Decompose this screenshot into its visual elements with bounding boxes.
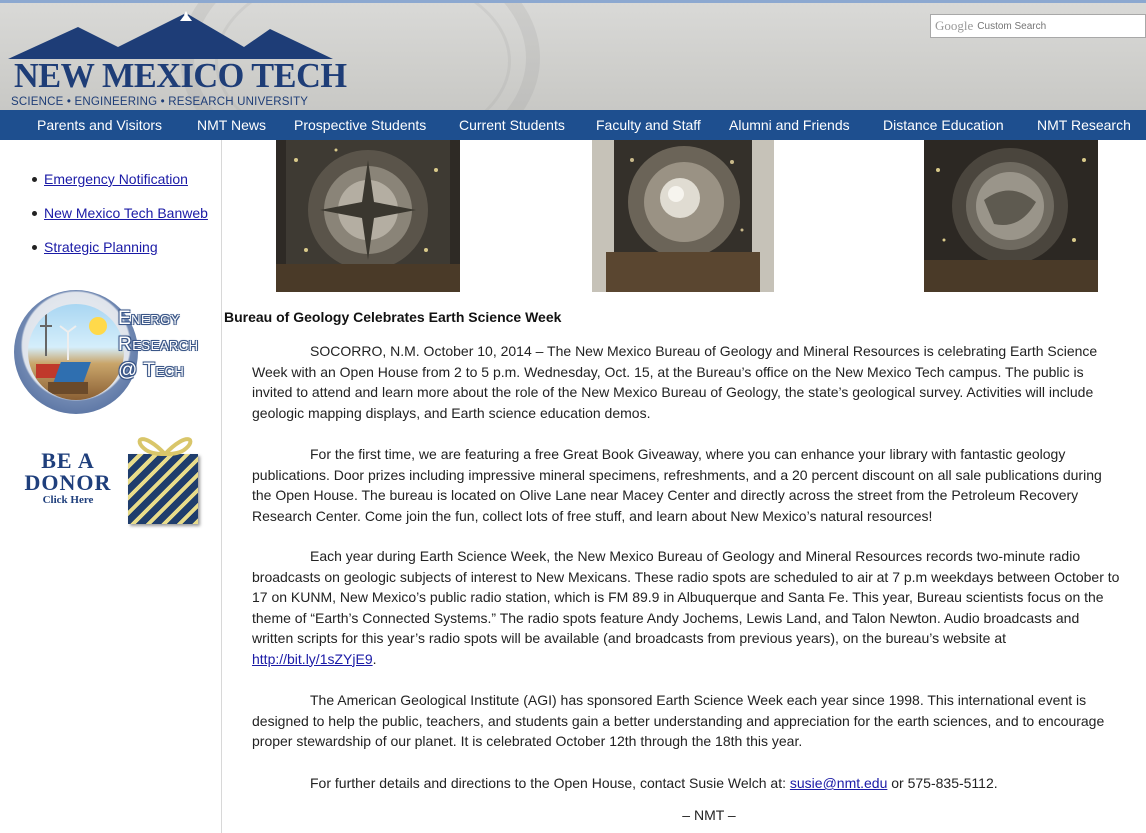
energy-word: Energy (118, 308, 180, 329)
list-item: Strategic Planning (32, 238, 216, 256)
donor-line-1: BE A (41, 448, 95, 473)
search-box[interactable]: Google (930, 14, 1146, 38)
mosaic-photo-3 (924, 140, 1098, 292)
nav-faculty-and-staff[interactable]: Faculty and Staff (596, 117, 701, 133)
mosaic-photo-1 (276, 140, 460, 292)
list-item: New Mexico Tech Banweb (32, 204, 216, 222)
paragraph-5-end: or 575-835-5112. (887, 775, 998, 791)
paragraph-3: Each year during Earth Science Week, the… (252, 546, 1122, 669)
emergency-notification-link[interactable]: Emergency Notification (44, 171, 188, 187)
gift-bow-icon (137, 437, 193, 457)
list-item: Emergency Notification (32, 170, 216, 188)
article-title: Bureau of Geology Celebrates Earth Scien… (224, 309, 562, 325)
nav-nmt-news[interactable]: NMT News (197, 117, 266, 133)
site-header: NEW MEXICO TECH SCIENCE • ENGINEERING • … (0, 0, 1146, 110)
mosaic-photo-2 (592, 140, 774, 292)
google-logo: Google (935, 18, 974, 33)
logo-wordmark: NEW MEXICO TECH (14, 56, 347, 95)
donor-banner[interactable]: BE A DONOR Click Here (14, 430, 204, 530)
nav-current-students[interactable]: Current Students (459, 117, 565, 133)
donor-text: BE A DONOR Click Here (18, 450, 118, 507)
sidebar-links: Emergency Notification New Mexico Tech B… (32, 170, 216, 272)
contact-email-link[interactable]: susie@nmt.edu (790, 775, 887, 791)
paragraph-3-end: . (372, 650, 377, 667)
logo-tagline: SCIENCE • ENGINEERING • RESEARCH UNIVERS… (11, 96, 309, 108)
research-word: Research (118, 334, 199, 355)
mountains-icon (8, 11, 333, 59)
paragraph-1: SOCORRO, N.M. October 10, 2014 – The New… (252, 343, 1098, 421)
nav-distance-education[interactable]: Distance Education (883, 117, 1004, 133)
at-tech-word: @ Tech (118, 360, 185, 381)
donor-click-here: Click Here (42, 494, 94, 506)
paragraph-5: For further details and directions to th… (252, 773, 1122, 794)
paragraph-2: For the first time, we are featuring a f… (252, 446, 1102, 524)
donor-line-2: DONOR (24, 470, 112, 495)
gift-box-icon (128, 454, 198, 524)
paragraph-4: The American Geological Institute (AGI) … (252, 692, 1105, 749)
bureau-website-link[interactable]: http://bit.ly/1sZYjE9 (252, 651, 373, 667)
signoff: – NMT – (682, 807, 736, 823)
main-nav: Parents and Visitors NMT News Prospectiv… (0, 110, 1146, 140)
nav-alumni-and-friends[interactable]: Alumni and Friends (729, 117, 850, 133)
nav-nmt-research[interactable]: NMT Research (1037, 117, 1131, 133)
search-input[interactable] (977, 20, 1118, 32)
paragraph-5-text: For further details and directions to th… (310, 775, 790, 791)
sidebar: Emergency Notification New Mexico Tech B… (0, 140, 222, 833)
energy-research-banner[interactable]: Energy Research @ Tech (14, 290, 214, 414)
banweb-link[interactable]: New Mexico Tech Banweb (44, 205, 208, 221)
nav-prospective-students[interactable]: Prospective Students (294, 117, 426, 133)
nav-parents-and-visitors[interactable]: Parents and Visitors (37, 117, 162, 133)
energy-scene-icon (28, 304, 124, 400)
strategic-planning-link[interactable]: Strategic Planning (44, 239, 158, 255)
paragraph-3-text: Each year during Earth Science Week, the… (252, 548, 1120, 646)
site-logo[interactable]: NEW MEXICO TECH SCIENCE • ENGINEERING • … (8, 7, 347, 110)
